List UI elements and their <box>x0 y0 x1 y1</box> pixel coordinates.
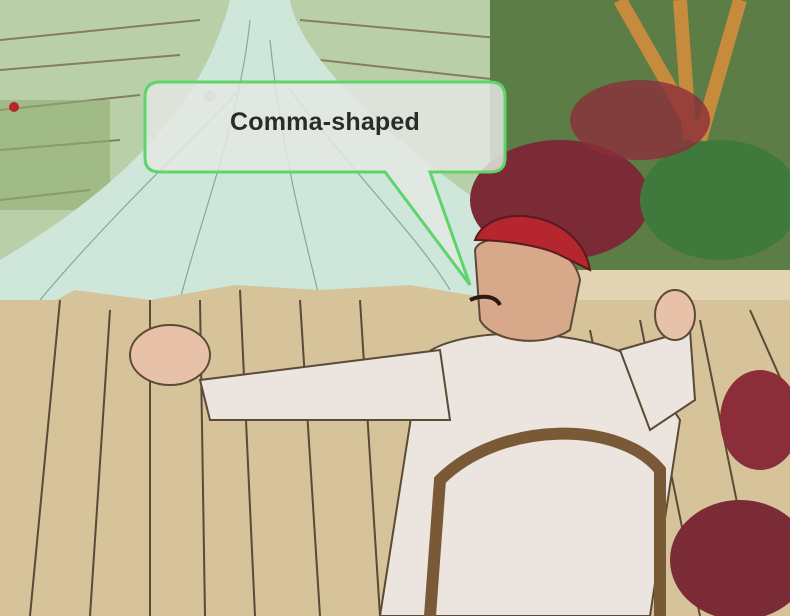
right-hand <box>654 289 696 341</box>
left-hand <box>129 324 211 386</box>
field-patch <box>0 100 110 210</box>
speech-bubble-text: Comma-shaped <box>230 108 420 136</box>
distant-figure <box>9 102 19 112</box>
illustration-scene <box>0 0 790 616</box>
